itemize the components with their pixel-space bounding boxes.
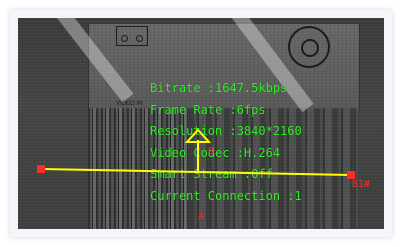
direction-label: B <box>208 146 215 157</box>
video-feed[interactable]: VIDEO IN Bitrate :1647.5kbps Frame Rate … <box>18 18 384 229</box>
tripwire-end-label: B1# <box>352 179 371 190</box>
tripwire-line[interactable] <box>40 168 352 176</box>
tripwire-start-handle[interactable] <box>37 165 45 173</box>
lower-label: A <box>198 211 205 222</box>
tripwire-end-handle[interactable] <box>347 171 355 179</box>
vca-rule-layer[interactable] <box>18 18 384 229</box>
